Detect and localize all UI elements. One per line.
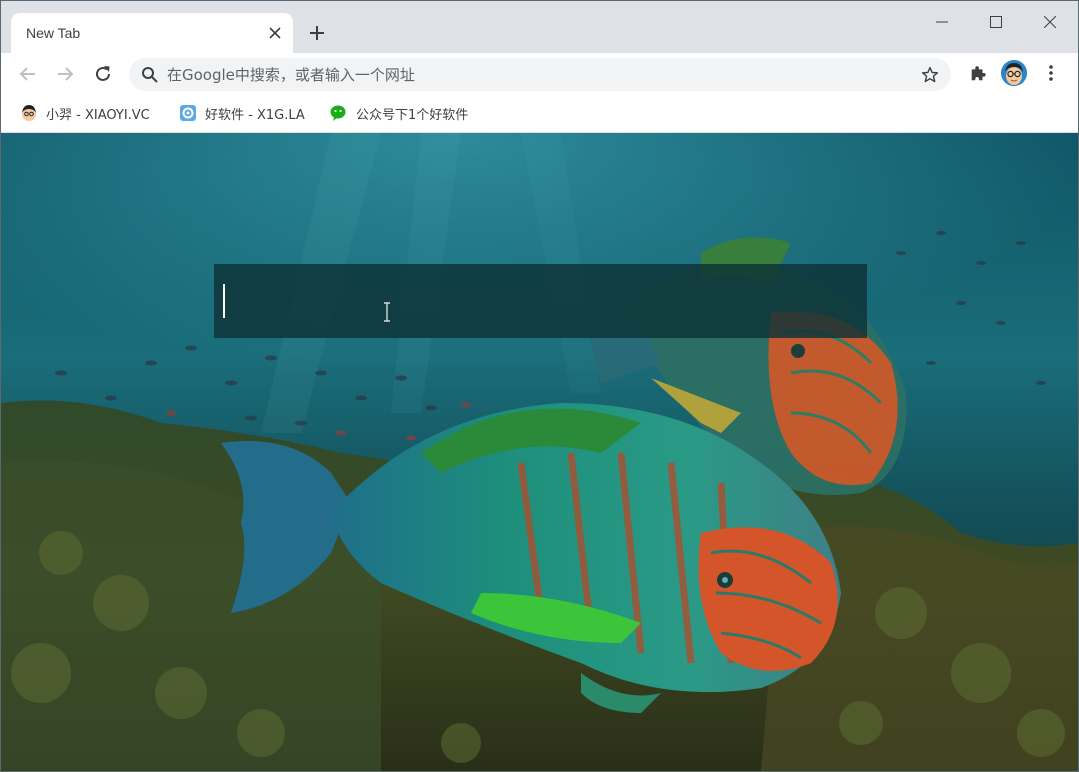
cartoon-avatar-icon bbox=[22, 105, 36, 121]
more-menu-icon[interactable] bbox=[1041, 60, 1061, 86]
extensions-puzzle-icon[interactable] bbox=[965, 60, 991, 86]
tab-new-tab[interactable]: New Tab bbox=[11, 13, 293, 53]
profile-avatar-icon[interactable] bbox=[1001, 60, 1027, 86]
tab-title: New Tab bbox=[26, 25, 81, 41]
forward-arrow-icon[interactable] bbox=[51, 60, 79, 88]
bookmarks-bar: 小羿 - XIAOYI.VC 好软件 - X1G.LA 公众号下1个好软件 bbox=[1, 95, 1078, 133]
underwater-background-image bbox=[1, 133, 1078, 771]
bookmark-xiaoyi[interactable]: 小羿 - XIAOYI.VC bbox=[20, 101, 150, 125]
bookmark-label: 小羿 - XIAOYI.VC bbox=[46, 107, 150, 123]
text-cursor-icon bbox=[384, 302, 390, 322]
search-icon bbox=[142, 67, 158, 83]
gear-logo-icon bbox=[180, 105, 196, 121]
address-input[interactable] bbox=[167, 58, 907, 91]
tab-close-icon[interactable] bbox=[265, 23, 285, 43]
reload-icon[interactable] bbox=[89, 60, 117, 88]
minimize-icon[interactable] bbox=[919, 7, 965, 37]
bookmark-star-icon[interactable] bbox=[919, 64, 941, 86]
bookmark-label: 公众号下1个好软件 bbox=[356, 107, 469, 123]
bookmark-wechat[interactable]: 公众号下1个好软件 bbox=[330, 101, 468, 125]
tab-strip: New Tab bbox=[1, 1, 1078, 53]
bookmark-label: 好软件 - X1G.LA bbox=[205, 107, 305, 123]
toolbar bbox=[1, 53, 1078, 95]
wechat-icon bbox=[330, 105, 346, 121]
new-tab-button[interactable] bbox=[305, 21, 329, 45]
bookmark-x1g[interactable]: 好软件 - X1G.LA bbox=[179, 101, 305, 125]
close-window-icon[interactable] bbox=[1027, 7, 1073, 37]
address-bar[interactable] bbox=[129, 58, 951, 91]
page-search-box[interactable] bbox=[214, 264, 867, 338]
maximize-icon[interactable] bbox=[973, 7, 1019, 37]
back-arrow-icon[interactable] bbox=[14, 60, 42, 88]
text-caret bbox=[223, 284, 225, 318]
browser-window: New Tab 在Google中搜索，或者输入一个网址 小羿 - XIAOYI.… bbox=[0, 0, 1079, 772]
new-tab-page bbox=[1, 133, 1078, 771]
